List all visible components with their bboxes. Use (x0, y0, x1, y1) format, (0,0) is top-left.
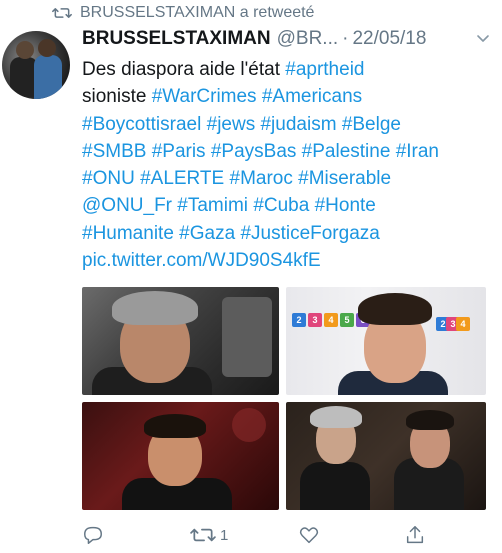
photo-2[interactable]: 22334456 (286, 287, 486, 395)
tweet-text-line: #ONU #ALERTE #Maroc #Miserable (82, 165, 492, 192)
tweet-text: Des diaspora aide l'état #aprtheid sionis… (82, 56, 492, 274)
hashtag-link[interactable]: #ALERTE (140, 168, 224, 189)
hashtag-link[interactable]: #Iran (396, 141, 439, 162)
hashtag-link[interactable]: #Honte (315, 195, 376, 216)
retweet-count: 1 (220, 526, 229, 544)
mention-link[interactable]: @ONU_Fr (82, 195, 172, 216)
photo-3[interactable] (82, 402, 279, 510)
separator-dot: · (342, 28, 349, 49)
share-icon (406, 526, 424, 544)
hashtag-link[interactable]: #Maroc (230, 168, 293, 189)
avatar[interactable] (2, 31, 70, 99)
hashtag-link[interactable]: #aprtheid (285, 59, 364, 80)
photo-4[interactable] (286, 402, 486, 510)
hashtag-link[interactable]: #jews (207, 114, 256, 135)
retweet-icon (52, 8, 72, 18)
tweet-text-line: #Boycottisrael #jews #judaism #Belge (82, 111, 492, 138)
author-handle[interactable]: @BR... (277, 28, 339, 50)
hashtag-link[interactable]: #Miserable (298, 168, 391, 189)
tweet-text-line: @ONU_Fr #Tamimi #Cuba #Honte (82, 192, 492, 219)
reply-icon (84, 526, 102, 544)
tweet-text-line: #SMBB #Paris #PaysBas #Palestine #Iran (82, 138, 492, 165)
tweet-text-line: Des diaspora aide l'état #aprtheid (82, 56, 492, 83)
hashtag-link[interactable]: #JusticeForgaza (240, 223, 379, 244)
hashtag-link[interactable]: #Belge (342, 114, 401, 135)
hashtag-link[interactable]: #Cuba (253, 195, 309, 216)
tweet-text-segment: sioniste (82, 86, 152, 108)
hashtag-link[interactable]: #Boycottisrael (82, 114, 201, 135)
hashtag-link[interactable]: #WarCrimes (152, 86, 257, 107)
background-number-tile: 4 (456, 317, 470, 331)
hashtag-link[interactable]: #Humanite (82, 223, 174, 244)
background-number-tile: 4 (324, 313, 338, 327)
share-button[interactable] (404, 522, 426, 548)
tweet-text-segment: Des diaspora aide l'état (82, 59, 286, 80)
media-link[interactable]: pic.twitter.com/WJD90S4kfE (82, 250, 321, 271)
author-name[interactable]: BRUSSELSTAXIMAN (82, 28, 271, 50)
hashtag-link[interactable]: #Gaza (179, 223, 235, 244)
retweet-context: BRUSSELSTAXIMAN a retweeté (52, 3, 314, 23)
photo-1[interactable] (82, 287, 279, 395)
hashtag-link[interactable]: #Paris (152, 141, 206, 162)
heart-icon (299, 527, 319, 544)
like-button[interactable] (298, 522, 320, 548)
retweet-context-text[interactable]: BRUSSELSTAXIMAN a retweeté (80, 4, 314, 22)
background-number-tile: 2 (292, 313, 306, 327)
reply-button[interactable] (82, 522, 104, 548)
hashtag-link[interactable]: #ONU (82, 168, 135, 189)
tweet-header: BRUSSELSTAXIMAN @BR... · 22/05/18 (82, 27, 492, 51)
hashtag-link[interactable]: #Palestine (302, 141, 391, 162)
hashtag-link[interactable]: #SMBB (82, 141, 146, 162)
tweet-date[interactable]: 22/05/18 (352, 28, 426, 50)
retweet-button[interactable]: 1 (190, 522, 228, 548)
chevron-down-icon[interactable] (476, 31, 490, 45)
hashtag-link[interactable]: #Americans (262, 86, 362, 107)
retweet-icon (190, 528, 216, 542)
hashtag-link[interactable]: #judaism (260, 114, 336, 135)
background-number-tile: 5 (340, 313, 354, 327)
tweet-text-line: sioniste #WarCrimes #Americans (82, 83, 492, 110)
hashtag-link[interactable]: #Tamimi (177, 195, 248, 216)
tweet-actions: 1 (82, 522, 492, 548)
background-number-tile: 3 (308, 313, 322, 327)
tweet-text-line: #Humanite #Gaza #JusticeForgaza (82, 220, 492, 247)
tweet-text-line: pic.twitter.com/WJD90S4kfE (82, 247, 492, 274)
hashtag-link[interactable]: #PaysBas (211, 141, 297, 162)
